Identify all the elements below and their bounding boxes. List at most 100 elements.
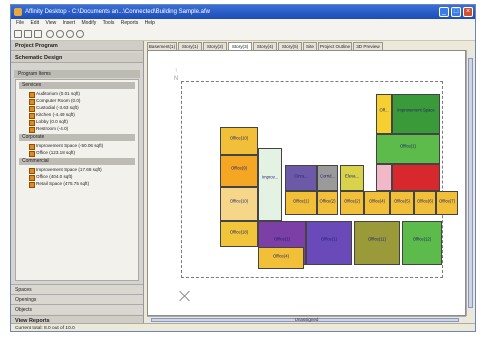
zoom-in-icon[interactable] — [46, 30, 54, 38]
menu-help[interactable]: Help — [145, 19, 155, 28]
room-space[interactable]: Office(6) — [414, 191, 436, 215]
tab-3d-preview[interactable]: 3D Preview — [353, 42, 383, 50]
menu-bar: File Edit View Insert Modify Tools Repor… — [11, 19, 475, 28]
space-icon — [29, 167, 35, 174]
tab-story-5[interactable]: Story(5) — [278, 42, 302, 50]
room-space[interactable]: Eleva... — [340, 165, 364, 191]
tree-item[interactable]: Improvement Space (17.68 sqft) — [29, 166, 102, 174]
tree-item[interactable]: Kitchen (-4.49 sqft) — [29, 111, 75, 119]
space-icon — [29, 181, 35, 188]
menu-reports[interactable]: Reports — [121, 19, 139, 28]
left-panel: Project Program Schematic Design Program… — [11, 41, 144, 325]
close-button[interactable]: × — [463, 7, 473, 17]
space-icon — [29, 91, 35, 98]
schematic-design-header[interactable]: Schematic Design — [11, 53, 143, 63]
menu-view[interactable]: View — [45, 19, 56, 28]
space-icon — [29, 174, 35, 181]
app-window: Affinity Desktop - C:\Documents an...\Co… — [10, 4, 476, 332]
menu-tools[interactable]: Tools — [103, 19, 115, 28]
new-file-icon[interactable] — [14, 30, 22, 38]
room-space[interactable]: Office(7) — [436, 191, 458, 215]
room-space[interactable]: Office(9) — [220, 155, 258, 187]
room-label: Office(5) — [394, 198, 410, 204]
tree-item[interactable]: Auditorium (0.01 sqft) — [29, 90, 80, 98]
open-file-icon[interactable] — [24, 30, 32, 38]
tab-story-4[interactable]: Story(4) — [253, 42, 277, 50]
vertical-scrollbar[interactable] — [466, 50, 474, 316]
toolbar — [11, 28, 475, 41]
room-space[interactable]: Office(2) — [317, 191, 338, 215]
room-label: Office(18) — [229, 229, 249, 235]
category-services[interactable]: Services — [19, 82, 135, 89]
tree-item[interactable]: Computer Room (0.0) — [29, 97, 80, 105]
tree-item[interactable]: Improvement Space (-50.06 sqft) — [29, 142, 103, 150]
room-space[interactable]: Office(1) — [376, 134, 440, 164]
tab-site[interactable]: Site — [303, 42, 317, 50]
room-space[interactable]: Office(4) — [258, 247, 304, 269]
openings-section[interactable]: Openings — [11, 294, 143, 304]
menu-edit[interactable]: Edit — [30, 19, 39, 28]
menu-file[interactable]: File — [16, 19, 24, 28]
room-label: Office(10) — [229, 135, 249, 141]
room-space[interactable]: Office(12) — [402, 221, 442, 265]
room-space[interactable]: Office(5) — [390, 191, 414, 215]
minimize-button[interactable]: _ — [439, 7, 449, 17]
room-space[interactable]: Office(1) — [285, 191, 317, 215]
tree-item[interactable]: Custodial (-3.63 sqft) — [29, 104, 79, 112]
tab-story-1[interactable]: Story(1) — [178, 42, 202, 50]
room-label: Office(7) — [439, 198, 455, 204]
tree-item[interactable]: Restroom (-4.0) — [29, 125, 68, 133]
tab-project-outline[interactable]: Project Outline — [318, 42, 352, 50]
tree-item[interactable]: Retail Space (475.75 sqft) — [29, 180, 89, 188]
zoom-window-icon[interactable] — [76, 30, 84, 38]
room-space[interactable]: Office(18) — [220, 221, 258, 247]
room-space[interactable]: Off... — [376, 94, 392, 134]
project-program-header[interactable]: Project Program — [11, 41, 143, 51]
story-tabs: Basement(1) Story(1) Story(2) Story(3) S… — [145, 41, 473, 50]
room-label: Improv... — [262, 174, 278, 180]
space-icon — [29, 98, 35, 105]
horizontal-scrollbar[interactable]: Unassigned — [147, 316, 466, 323]
room-space[interactable]: Office(10) — [220, 187, 258, 221]
zoom-extents-icon[interactable] — [66, 30, 74, 38]
tab-story-2[interactable]: Story(2) — [203, 42, 227, 50]
tree-item[interactable]: Office (404.0 sqft) — [29, 173, 72, 181]
category-corporate[interactable]: Corporate — [19, 134, 135, 141]
space-icon — [29, 105, 35, 112]
vertical-scroll-thumb[interactable] — [468, 58, 473, 308]
room-space[interactable]: Corrid... — [317, 165, 338, 191]
north-arrow-icon: ↑ N — [173, 68, 179, 82]
room-space[interactable]: Office(11) — [354, 221, 400, 265]
room-space[interactable] — [376, 164, 392, 191]
room-label: Eleva... — [345, 173, 359, 179]
window-title: Affinity Desktop - C:\Documents an...\Co… — [25, 9, 210, 15]
room-space[interactable]: Improvement Space — [392, 94, 440, 134]
room-space[interactable]: Improv... — [258, 148, 282, 221]
spaces-section[interactable]: Spaces — [11, 284, 143, 294]
room-space[interactable]: Circu... — [285, 165, 317, 191]
room-label: Office(1) — [321, 236, 337, 242]
status-bar: Current total: 8.0 out of 10.0 — [11, 323, 475, 331]
room-label: Corrid... — [320, 173, 335, 179]
room-space[interactable]: Office(2) — [340, 191, 364, 215]
room-label: Off... — [379, 107, 389, 113]
room-space[interactable] — [392, 164, 440, 191]
program-items-label[interactable]: Program Items — [14, 70, 140, 78]
save-icon[interactable] — [34, 30, 42, 38]
tab-story-3[interactable]: Story(3) — [228, 42, 252, 50]
room-space[interactable]: Office(10) — [220, 127, 258, 155]
room-space[interactable]: Office(1) — [306, 221, 352, 265]
room-space[interactable]: Office(4) — [364, 191, 390, 215]
space-icon — [29, 150, 35, 157]
room-label: Office(1) — [293, 198, 309, 204]
tree-item[interactable]: Office (123.18 sqft) — [29, 149, 75, 157]
menu-modify[interactable]: Modify — [82, 19, 97, 28]
floor-plan-canvas[interactable]: ↑ N Office(10) Office(9) Improv... Office(10… — [147, 50, 466, 316]
maximize-button[interactable]: □ — [451, 7, 461, 17]
tree-item[interactable]: Lobby (0.0 sqft) — [29, 118, 68, 126]
tab-basement[interactable]: Basement(1) — [147, 42, 177, 50]
objects-section[interactable]: Objects — [11, 304, 143, 314]
zoom-out-icon[interactable] — [56, 30, 64, 38]
menu-insert[interactable]: Insert — [63, 19, 76, 28]
category-commercial[interactable]: Commercial — [19, 158, 135, 165]
